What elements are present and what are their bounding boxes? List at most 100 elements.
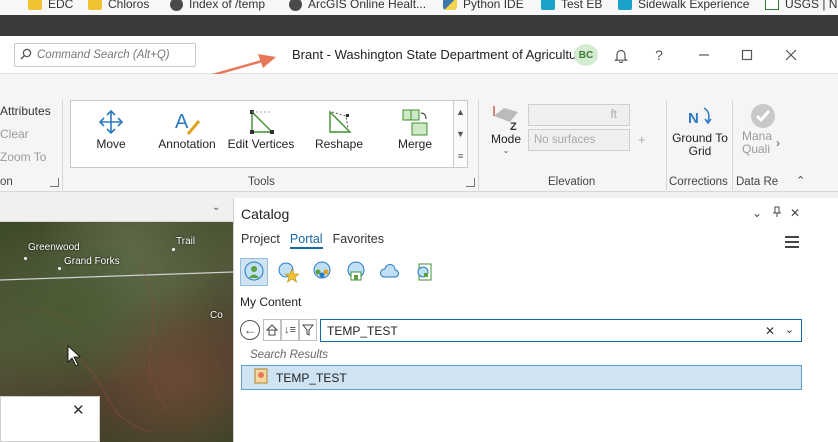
ground-to-grid-icon: N [688,107,712,127]
filter-icon[interactable] [299,319,317,341]
search-options-chevron-icon[interactable]: ⌄ [785,323,794,336]
bookmark-usgs[interactable]: USGS | N [765,0,837,13]
reshape-icon [322,105,356,139]
svg-text:Z: Z [510,121,517,132]
catalog-toolbar: ← ↓≡ [240,319,317,341]
living-atlas-icon[interactable] [410,258,438,286]
ground-to-grid-button[interactable]: N Ground To Grid [672,102,728,158]
search-results-label: Search Results [250,349,328,361]
zoom-to-button[interactable]: Zoom To [0,150,51,173]
usgs-icon [765,0,779,10]
maximize-icon[interactable] [737,45,757,65]
python-icon [443,0,457,10]
minimize-icon[interactable] [694,45,714,65]
move-label: Move [96,137,126,151]
cloud-icon[interactable] [376,258,404,286]
divider [478,100,479,190]
back-arrow-icon[interactable]: ← [240,320,260,340]
svg-text:N: N [688,110,699,127]
portal-content-filters [240,258,438,286]
reshape-label: Reshape [314,137,364,151]
list-item[interactable]: TEMP_TEST [241,365,802,390]
map-label-grand-forks: Grand Forks [64,256,120,267]
bookmark-python-ide[interactable]: Python IDE [443,0,524,13]
search-icon [20,48,32,63]
bookmark-sidewalk[interactable]: Sidewalk Experience [618,0,749,13]
globe-icon [289,0,302,11]
tab-portal[interactable]: Portal [289,232,323,249]
annotation-tool[interactable]: A Annotation [147,105,227,165]
collapse-ribbon-icon[interactable]: ⌃ [796,174,805,187]
tools-group-label: Tools [248,176,275,188]
catalog-search-input[interactable]: TEMP_TEST ✕ ⌄ [320,319,802,342]
map-tab-bar: ⌄ [0,198,233,222]
command-search-input[interactable]: Command Search (Alt+Q) [14,43,196,67]
eb-icon [618,0,632,10]
bookmark-chloros[interactable]: Chloros [88,0,149,13]
gallery-scroll-down[interactable]: ▼ [453,123,467,145]
surface-field[interactable]: No surfaces [528,129,630,151]
close-icon[interactable] [781,45,801,65]
annotation-label: Annotation [158,137,216,151]
corrections-group-label: Corrections [669,176,728,188]
ribbon-scroll-right-icon[interactable]: › [776,136,780,150]
elevation-group-label: Elevation [548,176,596,188]
check-circle-icon [751,104,775,128]
mode-button[interactable]: Z Mode ⌄ [486,102,526,168]
organization-icon[interactable] [342,258,370,286]
dialog-launcher-icon[interactable] [50,178,59,187]
clear-search-icon[interactable]: ✕ [765,324,775,338]
menu-icon[interactable] [785,236,799,251]
tab-favorites[interactable]: Favorites [333,232,384,249]
bookmark-edc[interactable]: EDC [28,0,73,13]
divider [732,100,733,190]
map-point [24,257,27,260]
bookmark-index-temp[interactable]: Index of /temp [170,0,265,13]
merge-icon [398,105,432,139]
folder-icon [88,0,102,10]
chevron-down-icon[interactable]: ⌄ [212,202,220,213]
result-name: TEMP_TEST [276,370,347,385]
clear-button[interactable]: Clear [0,127,51,150]
map-point [58,267,61,270]
move-tool[interactable]: Move [71,105,151,165]
z-offset-icon: + [638,132,646,147]
pane-options-icon[interactable]: ⌄ [752,206,762,220]
home-icon[interactable] [263,319,281,341]
edit-vertices-label: Edit Vertices [227,137,295,151]
avatar[interactable]: BC [574,44,598,66]
title-bar: Command Search (Alt+Q) Brant - Washingto… [0,36,838,74]
divider [666,100,667,190]
mouse-cursor-icon [67,345,82,367]
my-content-icon[interactable] [240,258,268,286]
elevation-value-field[interactable]: ft [528,104,630,126]
portal-item-icon [254,368,268,387]
close-icon[interactable]: ✕ [72,401,85,419]
bookmark-test-eb[interactable]: Test EB [541,0,602,13]
dark-band [0,15,838,36]
bookmark-arcgis-health[interactable]: ArcGIS Online Healt... [289,0,426,13]
folder-icon [28,0,42,10]
catalog-pane: Catalog ⌄ ✕ Project Portal Favorites My … [233,198,838,442]
tools-launcher-icon[interactable] [466,178,475,187]
attributes-button[interactable]: Attributes [0,104,51,127]
edit-vertices-tool[interactable]: Edit Vertices [221,105,301,165]
bookmarks-bar: EDC Chloros Index of /temp ArcGIS Online… [0,0,838,15]
sort-icon[interactable]: ↓≡ [281,319,299,341]
mode-label: Mode [490,132,522,146]
bell-icon[interactable] [611,45,631,65]
tools-gallery: Move A Annotation Edit Vertices Reshape … [70,100,468,168]
catalog-tabs: Project Portal Favorites [241,232,384,249]
pin-icon[interactable] [772,206,782,221]
close-pane-icon[interactable]: ✕ [790,206,800,220]
window-title: Brant - Washington State Department of A… [292,47,588,62]
merge-tool[interactable]: Merge [375,105,455,165]
data-reviewer-group-label: Data Re [736,176,779,188]
favorites-star-icon[interactable] [274,258,302,286]
tab-project[interactable]: Project [241,232,280,249]
help-icon[interactable]: ? [649,45,669,65]
gallery-scroll-up[interactable]: ▲ [453,101,467,123]
groups-icon[interactable] [308,258,336,286]
gallery-expand[interactable]: ≡ [453,145,467,167]
reshape-tool[interactable]: Reshape [299,105,379,165]
